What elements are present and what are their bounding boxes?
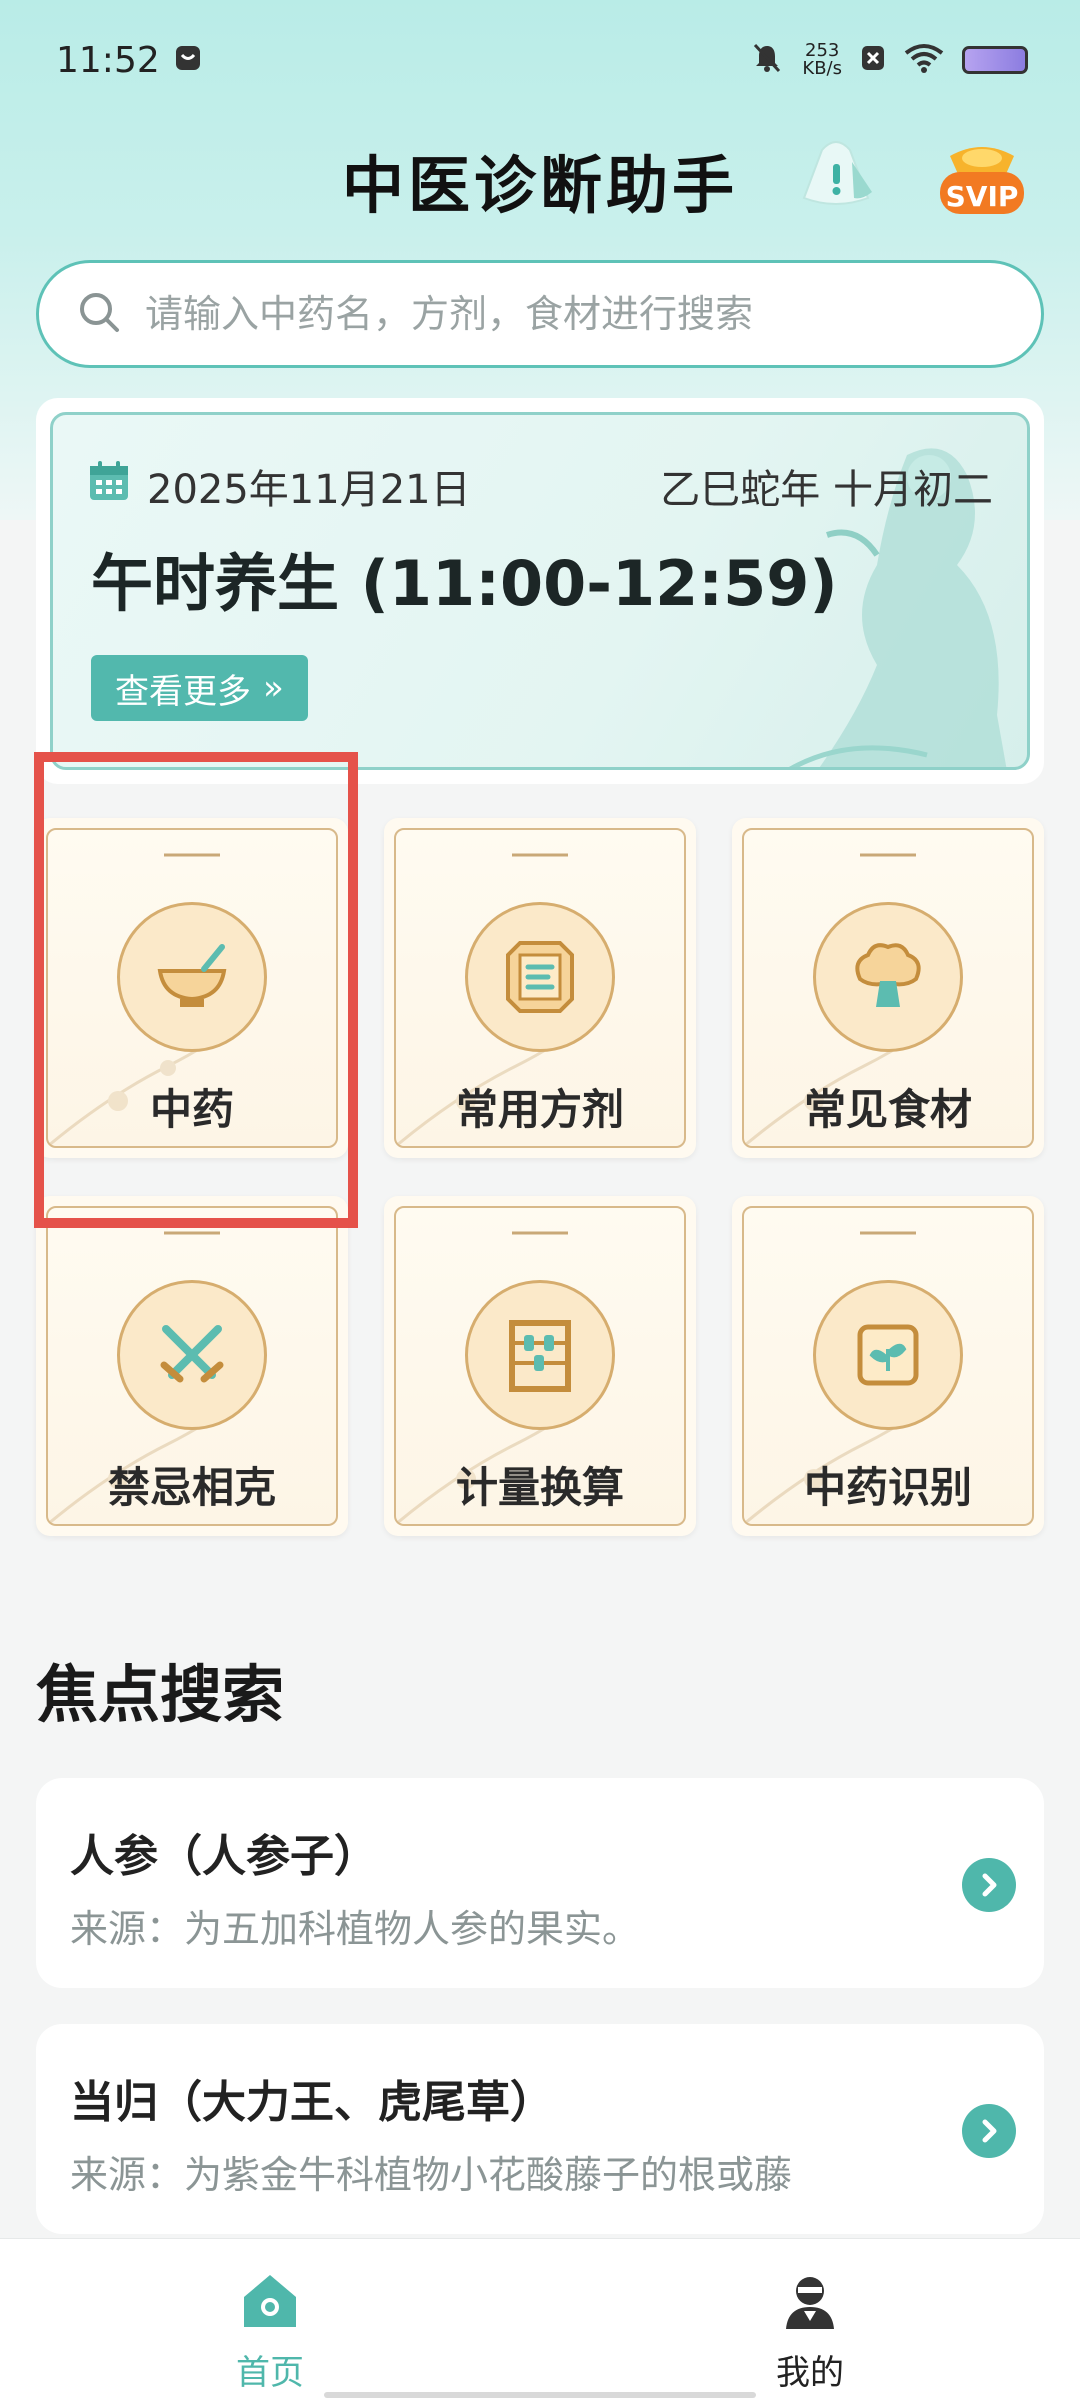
herb-bowl-icon xyxy=(117,902,267,1052)
svip-label: SVIP xyxy=(945,180,1019,213)
search-bar[interactable] xyxy=(36,260,1044,368)
tile-ornament xyxy=(512,853,568,857)
bottom-navigation: 首页 我的 xyxy=(0,2238,1080,2408)
app-title: 中医诊断助手 xyxy=(341,149,738,222)
alert-bubble-icon xyxy=(802,141,872,205)
focus-item[interactable]: 当归（大力王、虎尾草） 来源：为紫金牛科植物小花酸藤子的根或藤 xyxy=(36,2024,1044,2234)
view-more-button[interactable]: 查看更多 » xyxy=(91,655,308,721)
focus-item[interactable]: 人参（人参子） 来源：为五加科植物人参的果实。 xyxy=(36,1778,1044,1988)
health-slogan: 午时养生 (11:00-12:59) xyxy=(91,547,838,620)
focus-item-name: 当归（大力王、虎尾草） xyxy=(70,2077,554,2128)
battery-icon xyxy=(962,46,1028,74)
svip-button[interactable]: SVIP xyxy=(936,134,1028,220)
category-label: 常用方剂 xyxy=(455,1085,624,1134)
chevron-right-icon[interactable] xyxy=(962,1858,1016,1912)
category-label: 中药 xyxy=(149,1085,234,1134)
prescription-scroll-icon xyxy=(465,902,615,1052)
mute-bell-icon xyxy=(750,41,784,79)
category-label: 中药识别 xyxy=(803,1463,972,1512)
tile-ornament xyxy=(512,1231,568,1235)
crossed-swords-icon xyxy=(117,1280,267,1430)
calendar-icon xyxy=(87,459,131,513)
focus-item-name: 人参（人参子） xyxy=(70,1831,378,1882)
focus-item-desc: 来源：为紫金牛科植物小花酸藤子的根或藤 xyxy=(70,2153,793,2197)
focus-item-desc: 来源：为五加科植物人参的果实。 xyxy=(70,1907,641,1951)
tile-ornament xyxy=(860,1231,916,1235)
nav-label-profile: 我的 xyxy=(776,2353,844,2393)
status-bar: 11:52 253 KB/s xyxy=(0,0,1080,120)
search-icon xyxy=(77,290,121,338)
category-tile-ingredients[interactable]: 常见食材 xyxy=(732,818,1044,1158)
wifi-icon xyxy=(904,43,944,77)
sim-disabled-icon xyxy=(860,44,886,76)
app-header: 中医诊断助手 SVIP xyxy=(0,120,1080,240)
search-input[interactable] xyxy=(145,292,1041,336)
category-tile-herbs[interactable]: 中药 xyxy=(36,818,348,1158)
home-icon xyxy=(238,2269,302,2337)
tile-ornament xyxy=(860,853,916,857)
category-tile-unit-conversion[interactable]: 计量换算 xyxy=(384,1196,696,1536)
nav-label-home: 首页 xyxy=(236,2353,304,2393)
mushroom-icon xyxy=(813,902,963,1052)
nav-item-profile[interactable]: 我的 xyxy=(710,2269,910,2394)
tile-ornament xyxy=(164,853,220,857)
abacus-icon xyxy=(465,1280,615,1430)
solar-date: 2025年11月21日 xyxy=(147,467,471,513)
category-tile-contraindications[interactable]: 禁忌相克 xyxy=(36,1196,348,1536)
double-chevron-icon: » xyxy=(263,668,284,708)
tile-ornament xyxy=(164,1231,220,1235)
chevron-right-icon[interactable] xyxy=(962,2104,1016,2158)
category-tile-prescriptions[interactable]: 常用方剂 xyxy=(384,818,696,1158)
feedback-button[interactable] xyxy=(792,138,880,218)
view-more-label: 查看更多 xyxy=(115,671,251,712)
daily-health-card-inner: 2025年11月21日 乙巳蛇年 十月初二 午时养生 (11:00-12:59)… xyxy=(50,412,1030,770)
status-time: 11:52 xyxy=(56,39,160,81)
category-label: 计量换算 xyxy=(455,1463,624,1512)
category-label: 禁忌相克 xyxy=(107,1463,276,1512)
home-indicator xyxy=(324,2392,756,2398)
scan-leaf-icon xyxy=(813,1280,963,1430)
nav-item-home[interactable]: 首页 xyxy=(170,2269,370,2394)
focus-search-title: 焦点搜索 xyxy=(36,1658,285,1731)
category-label: 常见食材 xyxy=(803,1085,972,1134)
category-tile-herb-recognition[interactable]: 中药识别 xyxy=(732,1196,1044,1536)
daily-health-card: 2025年11月21日 乙巳蛇年 十月初二 午时养生 (11:00-12:59)… xyxy=(36,398,1044,784)
lunar-date: 乙巳蛇年 十月初二 xyxy=(660,467,993,513)
network-speed: 253 KB/s xyxy=(802,42,842,78)
network-speed-unit: KB/s xyxy=(802,58,842,79)
notification-app-icon xyxy=(174,40,202,81)
profile-icon xyxy=(778,2269,842,2337)
